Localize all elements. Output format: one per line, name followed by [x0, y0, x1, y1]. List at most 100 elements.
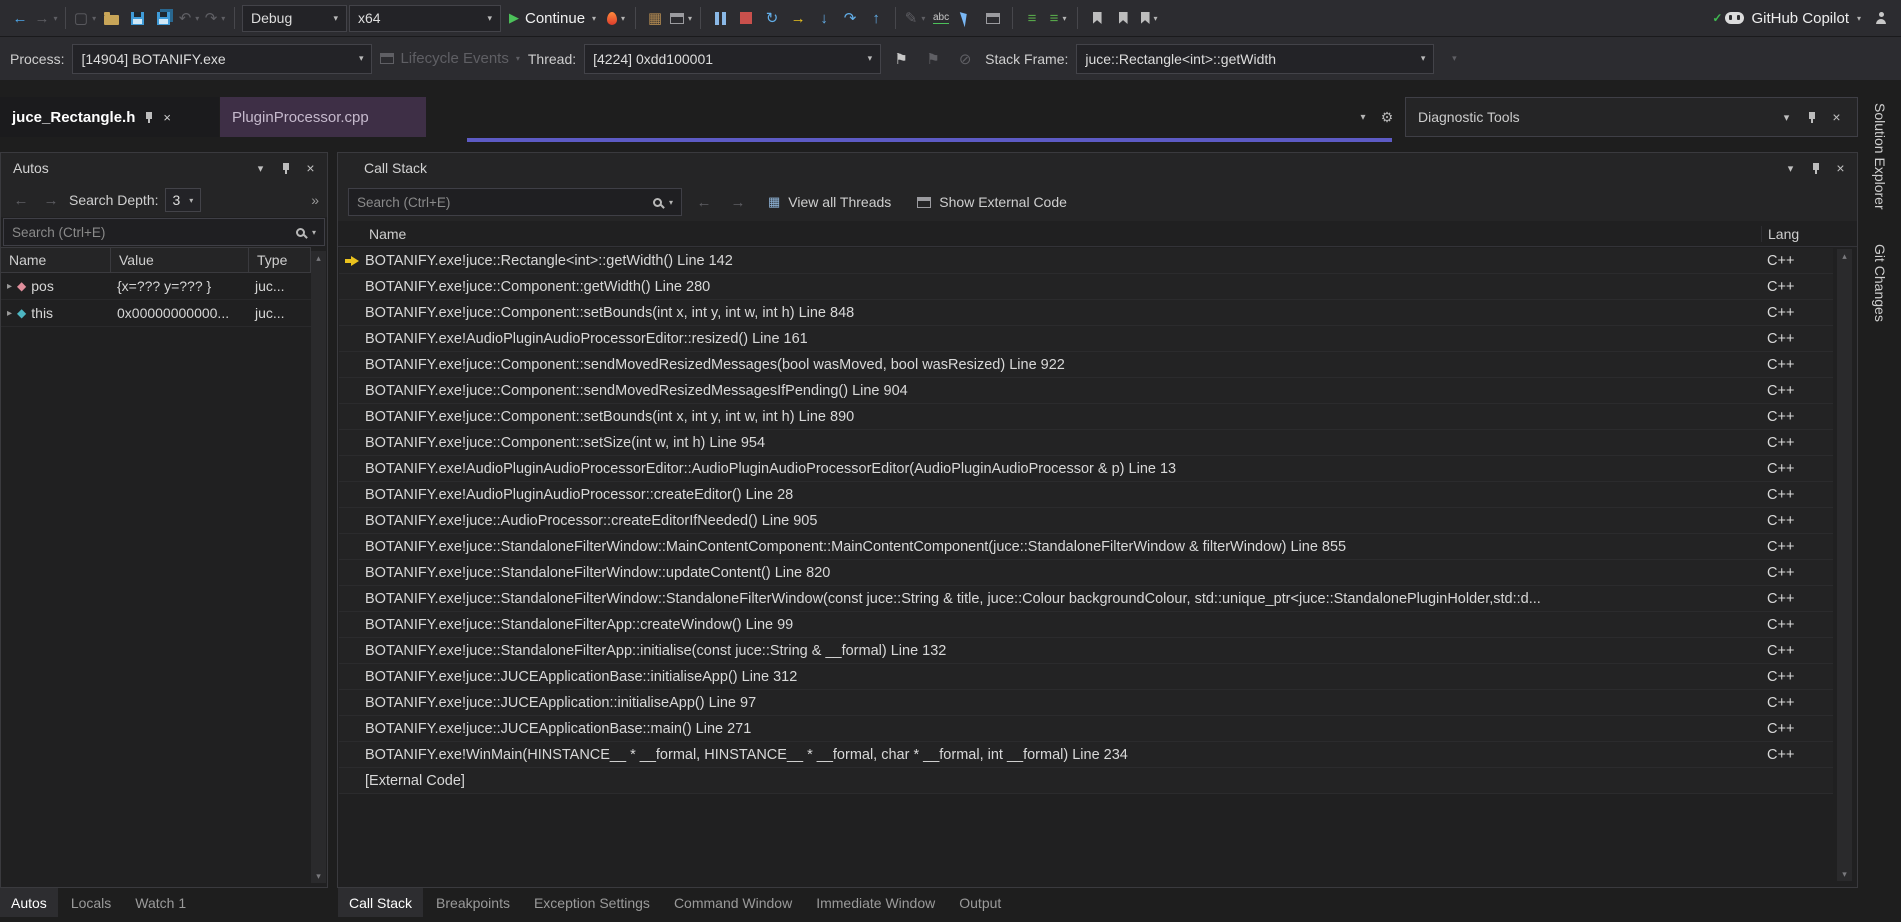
call-stack-frame[interactable]: BOTANIFY.exe!juce::StandaloneFilterApp::… [339, 612, 1833, 638]
diagnostic-tools-panel-header[interactable]: Diagnostic Tools ▾ × [1405, 97, 1858, 137]
autos-search-input[interactable] [12, 224, 290, 240]
call-stack-frame[interactable]: BOTANIFY.exe!WinMain(HINSTANCE__ * __for… [339, 742, 1833, 768]
flag-thread-icon[interactable]: ⚑ [889, 46, 913, 72]
call-stack-scrollbar[interactable]: ▴ ▾ [1837, 249, 1852, 881]
spell-checker-icon[interactable]: abc [929, 5, 953, 31]
tab-output[interactable]: Output [948, 888, 1012, 917]
tab-exception-settings[interactable]: Exception Settings [523, 888, 661, 917]
rail-tab-solution-explorer[interactable]: Solution Explorer [1872, 103, 1888, 210]
break-all-icon[interactable] [708, 5, 732, 31]
call-stack-frame[interactable]: BOTANIFY.exe!juce::Component::setBounds(… [339, 300, 1833, 326]
call-stack-frame[interactable]: BOTANIFY.exe!AudioPluginAudioProcessorEd… [339, 456, 1833, 482]
tab-pluginprocessor-cpp[interactable]: PluginProcessor.cpp [220, 97, 426, 137]
expand-arrow-icon[interactable]: ▸ [7, 308, 12, 319]
redo-icon[interactable]: ↷ ▾ [203, 5, 227, 31]
search-icon[interactable] [652, 197, 662, 207]
scroll-up-icon[interactable]: ▴ [316, 253, 321, 263]
scroll-down-icon[interactable]: ▾ [1842, 869, 1847, 879]
stack-frame-dropdown[interactable]: juce::Rectangle<int>::getWidth ▾ [1076, 43, 1435, 74]
rail-tab-git-changes[interactable]: Git Changes [1872, 244, 1888, 322]
continue-button[interactable]: ▶ Continue ▾ [503, 5, 602, 31]
debug-windows-icon[interactable]: ▾ [669, 5, 693, 31]
performance-profiler-icon[interactable]: ▦ [643, 5, 667, 31]
thread-suspend-icon[interactable]: ⊘ [953, 46, 977, 72]
tab-autos[interactable]: Autos [0, 888, 58, 917]
pointer-select-icon[interactable] [955, 5, 979, 31]
step-out-icon[interactable]: ↑ [864, 5, 888, 31]
navigate-backward-icon[interactable]: ← [8, 5, 32, 31]
tab-juce-rectangle-h[interactable]: juce_Rectangle.h × [0, 97, 219, 137]
user-profile-icon[interactable] [1869, 5, 1893, 31]
next-bookmark-icon[interactable]: ▾ [1137, 5, 1161, 31]
variable-row[interactable]: ▸ ◆ this 0x00000000000... juc... [1, 300, 311, 327]
navigate-forward-icon[interactable]: → ▾ [34, 5, 58, 31]
call-stack-frame[interactable]: BOTANIFY.exe!juce::StandaloneFilterApp::… [339, 638, 1833, 664]
pin-icon[interactable] [273, 156, 298, 180]
editor-options-gear-icon[interactable]: ⚙ [1376, 106, 1398, 128]
tab-immediate-window[interactable]: Immediate Window [805, 888, 946, 917]
show-next-statement-icon[interactable]: → [786, 5, 810, 31]
code-cleanup-icon[interactable]: ✎ ▾ [903, 5, 927, 31]
active-files-dropdown-icon[interactable]: ▾ [1352, 106, 1374, 128]
pin-icon[interactable] [1799, 105, 1824, 129]
tab-watch-1[interactable]: Watch 1 [124, 888, 197, 917]
close-icon[interactable]: × [1824, 105, 1849, 129]
autos-back-icon[interactable]: ← [9, 187, 33, 213]
restart-icon[interactable]: ↻ [760, 5, 784, 31]
new-project-icon[interactable]: ▢ ▾ [73, 5, 97, 31]
thread-dropdown[interactable]: [4224] 0xdd100001 ▾ [584, 43, 882, 74]
tab-locals[interactable]: Locals [60, 888, 122, 917]
window-position-chevron-icon[interactable]: ▾ [1774, 105, 1799, 129]
scroll-up-icon[interactable]: ▴ [1842, 251, 1847, 261]
show-external-code-button[interactable]: Show External Code [909, 188, 1075, 216]
call-stack-frame[interactable]: BOTANIFY.exe!juce::Component::sendMovedR… [339, 378, 1833, 404]
call-stack-frame[interactable]: BOTANIFY.exe!juce::StandaloneFilterWindo… [339, 586, 1833, 612]
chevron-down-icon[interactable]: ▾ [669, 198, 673, 207]
autos-scrollbar[interactable]: ▴ ▾ [311, 251, 326, 883]
scroll-down-icon[interactable]: ▾ [316, 871, 321, 881]
chevron-down-icon[interactable]: ▾ [312, 228, 316, 237]
call-stack-frame[interactable]: BOTANIFY.exe!juce::JUCEApplication::init… [339, 690, 1833, 716]
toggle-bookmark-icon[interactable] [1085, 5, 1109, 31]
call-stack-frame[interactable]: BOTANIFY.exe!juce::StandaloneFilterWindo… [339, 560, 1833, 586]
call-stack-frame[interactable]: BOTANIFY.exe!juce::Rectangle<int>::getWi… [339, 248, 1833, 274]
call-stack-frame[interactable]: BOTANIFY.exe!juce::Component::setBounds(… [339, 404, 1833, 430]
pin-icon[interactable] [1803, 156, 1828, 180]
close-icon[interactable]: × [1828, 156, 1853, 180]
next-frame-icon[interactable]: → [726, 189, 750, 215]
uncomment-lines-icon[interactable]: ≡ ▾ [1046, 5, 1070, 31]
call-stack-frame[interactable]: BOTANIFY.exe!AudioPluginAudioProcessorEd… [339, 326, 1833, 352]
call-stack-frame[interactable]: BOTANIFY.exe!juce::StandaloneFilterWindo… [339, 534, 1833, 560]
undo-icon[interactable]: ↶ ▾ [177, 5, 201, 31]
step-over-icon[interactable]: ↷ [838, 5, 862, 31]
stop-debugging-icon[interactable] [734, 5, 758, 31]
call-stack-frame[interactable]: BOTANIFY.exe!juce::Component::getWidth()… [339, 274, 1833, 300]
window-position-chevron-icon[interactable]: ▾ [1778, 156, 1803, 180]
call-stack-frame[interactable]: BOTANIFY.exe!AudioPluginAudioProcessor::… [339, 482, 1833, 508]
autos-forward-icon[interactable]: → [39, 187, 63, 213]
previous-bookmark-icon[interactable] [1111, 5, 1135, 31]
hot-reload-icon[interactable]: ▾ [604, 5, 628, 31]
close-tab-icon[interactable]: × [163, 110, 171, 125]
window-layout-icon[interactable] [981, 5, 1005, 31]
github-copilot-button[interactable]: ✓ GitHub Copilot ▾ [1706, 5, 1867, 31]
call-stack-frame[interactable]: BOTANIFY.exe!juce::AudioProcessor::creat… [339, 508, 1833, 534]
call-stack-frame[interactable]: BOTANIFY.exe!juce::JUCEApplicationBase::… [339, 664, 1833, 690]
expand-arrow-icon[interactable]: ▸ [7, 281, 12, 292]
call-stack-frame[interactable]: [External Code] [339, 768, 1833, 794]
pin-tab-icon[interactable] [144, 111, 154, 124]
save-all-icon[interactable] [151, 5, 175, 31]
view-all-threads-button[interactable]: ▦ View all Threads [760, 188, 899, 216]
tab-command-window[interactable]: Command Window [663, 888, 803, 917]
previous-frame-icon[interactable]: ← [692, 189, 716, 215]
autos-panel-title-bar[interactable]: Autos ▾ × [1, 153, 327, 183]
open-folder-icon[interactable] [99, 5, 123, 31]
comment-lines-icon[interactable]: ≡ [1020, 5, 1044, 31]
editor-horizontal-scrollbar[interactable] [467, 138, 1392, 142]
close-icon[interactable]: × [298, 156, 323, 180]
call-stack-search-input[interactable] [357, 194, 647, 210]
process-dropdown[interactable]: [14904] BOTANIFY.exe ▾ [72, 43, 373, 74]
lifecycle-events-button[interactable]: Lifecycle Events ▾ [380, 46, 520, 72]
window-position-chevron-icon[interactable]: ▾ [248, 156, 273, 180]
toolbar-overflow-icon[interactable]: » [311, 192, 319, 208]
